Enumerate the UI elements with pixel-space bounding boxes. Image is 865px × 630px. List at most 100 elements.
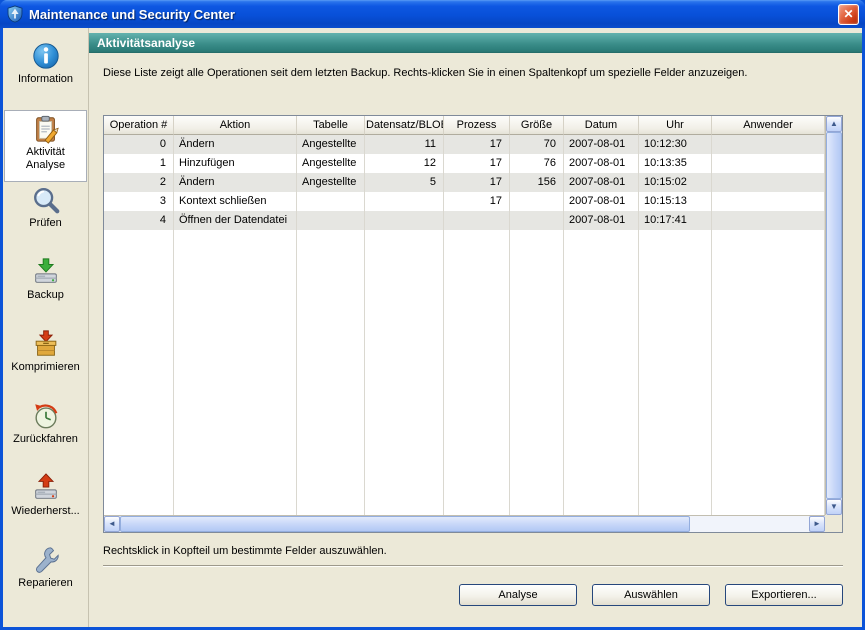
- table-cell-empty: [639, 230, 712, 515]
- column-header-operation-[interactable]: Operation #: [104, 116, 174, 135]
- verify-icon: [31, 185, 61, 215]
- table-cell-empty: [365, 230, 444, 515]
- table-cell: [712, 154, 825, 173]
- table-cell: 17: [444, 154, 510, 173]
- auswaehlen-button[interactable]: Auswählen: [592, 584, 710, 606]
- table-cell: 2007-08-01: [564, 154, 639, 173]
- table-cell-empty: [174, 230, 297, 515]
- table-cell-empty: [510, 230, 564, 515]
- table-cell: 10:12:30: [639, 135, 712, 154]
- column-header-uhr[interactable]: Uhr: [639, 116, 712, 135]
- sidebar-item-label: Backup: [25, 289, 66, 302]
- vertical-scrollbar[interactable]: ▲ ▼: [825, 116, 842, 515]
- window-body: Information Aktivität Analyse: [3, 28, 862, 627]
- column-header-aktion[interactable]: Aktion: [174, 116, 297, 135]
- table-cell: 11: [365, 135, 444, 154]
- table-cell: Angestellte: [297, 135, 365, 154]
- table-cell-empty: [444, 230, 510, 515]
- table-cell: 17: [444, 192, 510, 211]
- table-cell: [510, 192, 564, 211]
- table-cell: Kontext schließen: [174, 192, 297, 211]
- description-text: Diese Liste zeigt alle Operationen seit …: [103, 67, 842, 79]
- close-button[interactable]: ✕: [838, 4, 859, 25]
- table-row[interactable]: 0ÄndernAngestellte1117702007-08-0110:12:…: [104, 135, 825, 154]
- column-header-datensatz-blob[interactable]: Datensatz/BLOB: [365, 116, 444, 135]
- analyse-button[interactable]: Analyse: [459, 584, 577, 606]
- restore-icon: [31, 473, 61, 503]
- column-header-anwender[interactable]: Anwender: [712, 116, 825, 135]
- sidebar-item-label: Komprimieren: [9, 361, 81, 374]
- horizontal-scrollbar[interactable]: ◄ ►: [104, 515, 825, 532]
- table-row[interactable]: 1HinzufügenAngestellte1217762007-08-0110…: [104, 154, 825, 173]
- footer-note: Rechtsklick in Kopfteil um bestimmte Fel…: [103, 545, 862, 557]
- compact-icon: [31, 329, 61, 359]
- sidebar-item-reparieren[interactable]: Reparieren: [4, 542, 87, 614]
- table-cell: [712, 211, 825, 230]
- column-header-tabelle[interactable]: Tabelle: [297, 116, 365, 135]
- shield-app-icon: [6, 5, 24, 23]
- table-cell: [712, 135, 825, 154]
- vertical-scroll-thumb[interactable]: [826, 132, 842, 499]
- sidebar-item-information[interactable]: Information: [4, 38, 87, 110]
- table-cell: 10:15:02: [639, 173, 712, 192]
- activity-analysis-icon: [31, 114, 61, 144]
- table-cell: Angestellte: [297, 154, 365, 173]
- table-cell: [365, 211, 444, 230]
- table-cell-empty: [712, 230, 825, 515]
- table-cell: 5: [365, 173, 444, 192]
- table-cell-empty: [297, 230, 365, 515]
- horizontal-scroll-thumb[interactable]: [120, 516, 690, 532]
- table-cell: Öffnen der Datendatei: [174, 211, 297, 230]
- sidebar-item-backup[interactable]: Backup: [4, 254, 87, 326]
- sidebar-item-aktivitaet-analyse[interactable]: Aktivität Analyse: [4, 110, 87, 182]
- table-cell: 10:13:35: [639, 154, 712, 173]
- table-body: 0ÄndernAngestellte1117702007-08-0110:12:…: [104, 135, 825, 515]
- operations-table: Operation #AktionTabelleDatensatz/BLOBPr…: [103, 115, 843, 533]
- column-header-datum[interactable]: Datum: [564, 116, 639, 135]
- column-header-gr-e[interactable]: Größe: [510, 116, 564, 135]
- button-row: Analyse Auswählen Exportieren...: [89, 584, 843, 606]
- table-cell: [444, 211, 510, 230]
- horizontal-scroll-track[interactable]: [690, 516, 809, 532]
- table-cell: 10:17:41: [639, 211, 712, 230]
- maintenance-security-center-window: Maintenance und Security Center ✕ Inform…: [0, 0, 865, 630]
- window-title: Maintenance und Security Center: [29, 7, 235, 22]
- table-cell: 12: [365, 154, 444, 173]
- sidebar-item-zurueckfahren[interactable]: Zurückfahren: [4, 398, 87, 470]
- table-cell: [712, 192, 825, 211]
- table-cell: 2007-08-01: [564, 192, 639, 211]
- table-cell: [297, 192, 365, 211]
- table-row[interactable]: 2ÄndernAngestellte5171562007-08-0110:15:…: [104, 173, 825, 192]
- sidebar-item-wiederherstellen[interactable]: Wiederherst...: [4, 470, 87, 542]
- table-cell-empty: [564, 230, 639, 515]
- sidebar: Information Aktivität Analyse: [3, 28, 89, 627]
- table-cell: 2: [104, 173, 174, 192]
- column-header-prozess[interactable]: Prozess: [444, 116, 510, 135]
- scroll-left-button[interactable]: ◄: [104, 516, 120, 532]
- table-cell: Ändern: [174, 173, 297, 192]
- scroll-down-button[interactable]: ▼: [826, 499, 842, 515]
- sidebar-item-label: Prüfen: [27, 217, 63, 230]
- page-title: Aktivitätsanalyse: [89, 33, 862, 53]
- scroll-up-button[interactable]: ▲: [826, 116, 842, 132]
- table-cell: [712, 173, 825, 192]
- table-cell: 0: [104, 135, 174, 154]
- table-header-row: Operation #AktionTabelleDatensatz/BLOBPr…: [104, 116, 825, 135]
- table-cell: [365, 192, 444, 211]
- titlebar[interactable]: Maintenance und Security Center ✕: [0, 0, 865, 28]
- table-cell-empty: [104, 230, 174, 515]
- sidebar-item-komprimieren[interactable]: Komprimieren: [4, 326, 87, 398]
- scrollbar-corner: [825, 515, 842, 532]
- table-cell: 2007-08-01: [564, 135, 639, 154]
- sidebar-item-label: Reparieren: [16, 577, 74, 590]
- scroll-right-button[interactable]: ►: [809, 516, 825, 532]
- info-icon: [31, 41, 61, 71]
- repair-icon: [31, 545, 61, 575]
- table-cell: 1: [104, 154, 174, 173]
- table-cell: 3: [104, 192, 174, 211]
- table-row[interactable]: 3Kontext schließen172007-08-0110:15:13: [104, 192, 825, 211]
- table-cell: 76: [510, 154, 564, 173]
- sidebar-item-pruefen[interactable]: Prüfen: [4, 182, 87, 254]
- exportieren-button[interactable]: Exportieren...: [725, 584, 843, 606]
- table-row[interactable]: 4Öffnen der Datendatei2007-08-0110:17:41: [104, 211, 825, 230]
